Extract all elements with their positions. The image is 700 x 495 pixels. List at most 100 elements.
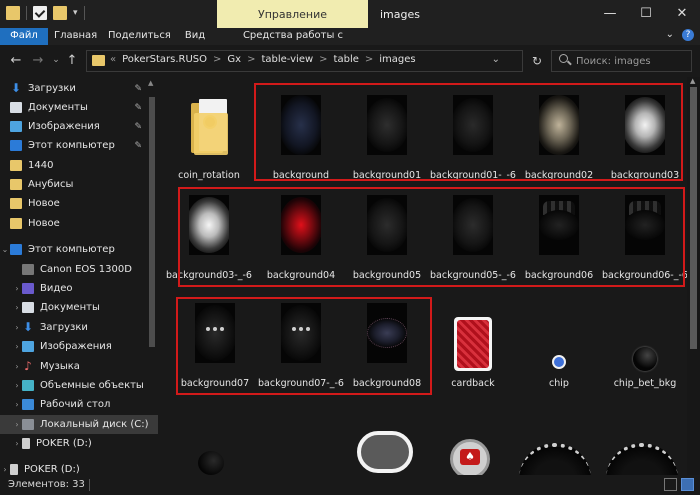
- breadcrumb-item[interactable]: Gx: [227, 54, 241, 65]
- sidebar-item-music[interactable]: › ♪ Музыка: [0, 357, 158, 376]
- sidebar-item-desktop[interactable]: › Рабочий стол: [0, 395, 158, 414]
- pin-icon: ✎: [134, 121, 142, 132]
- chevron-right-icon[interactable]: ›: [0, 465, 10, 474]
- scroll-up-icon[interactable]: ▲: [148, 79, 153, 87]
- breadcrumb-item[interactable]: PokerStars.RUSO: [122, 54, 207, 65]
- expand-ribbon-icon[interactable]: ⌄: [666, 29, 674, 41]
- tab-home[interactable]: Главная: [54, 28, 97, 45]
- image-thumbnail[interactable]: [357, 431, 413, 473]
- large-icons-view-button[interactable]: [681, 478, 694, 491]
- sidebar-item-documents[interactable]: Документы ✎: [0, 98, 158, 117]
- content-scrollbar[interactable]: ▲: [687, 77, 700, 475]
- sidebar-item-documents-pc[interactable]: › Документы: [0, 298, 158, 317]
- customize-toolbar-icon[interactable]: ▾: [73, 8, 78, 18]
- details-view-button[interactable]: [664, 478, 677, 491]
- tab-share[interactable]: Поделиться: [108, 28, 171, 45]
- highlight-box: [254, 83, 683, 181]
- new-folder-icon[interactable]: [53, 6, 67, 20]
- forward-arrow-icon[interactable]: →: [30, 53, 46, 68]
- scrollbar-thumb[interactable]: [149, 97, 155, 347]
- chevron-right-icon[interactable]: ›: [12, 284, 22, 293]
- search-box[interactable]: [551, 50, 692, 72]
- highlight-box: [178, 187, 685, 287]
- folder-icon: [92, 55, 105, 66]
- file-view: coin_rotation background background01 ba…: [160, 77, 687, 475]
- sidebar-item-local-disk-c[interactable]: › Локальный диск (C:): [0, 415, 158, 434]
- chevron-right-icon[interactable]: ›: [12, 342, 22, 351]
- file-item[interactable]: cardback: [430, 295, 516, 395]
- documents-icon: [22, 302, 34, 313]
- folder-icon: [191, 99, 229, 155]
- refresh-icon[interactable]: ↻: [527, 50, 547, 72]
- close-button[interactable]: ✕: [664, 0, 700, 28]
- breadcrumb-item[interactable]: images: [379, 54, 415, 65]
- image-thumbnail[interactable]: [519, 443, 591, 475]
- image-thumbnail[interactable]: ♠: [450, 439, 490, 475]
- minimize-button[interactable]: —: [592, 0, 628, 28]
- manage-context-tab[interactable]: Управление: [217, 0, 368, 28]
- scrollbar-thumb[interactable]: [690, 87, 697, 349]
- breadcrumb-item[interactable]: table: [334, 54, 359, 65]
- sidebar-item-images-pc[interactable]: › Изображения: [0, 337, 158, 356]
- chevron-right-icon[interactable]: ›: [12, 400, 22, 409]
- breadcrumb-separator[interactable]: >: [319, 54, 327, 65]
- sidebar-item-new-2[interactable]: Новое: [0, 214, 158, 233]
- sidebar-item-poker-d-root[interactable]: › POKER (D:): [0, 460, 158, 475]
- sidebar-item-images[interactable]: Изображения ✎: [0, 117, 158, 136]
- properties-icon[interactable]: [33, 6, 47, 20]
- search-input[interactable]: [576, 54, 688, 68]
- sidebar-item-canon[interactable]: Canon EOS 1300D: [0, 260, 158, 279]
- ribbon-tabs: Файл Главная Поделиться Вид Средства раб…: [0, 28, 700, 56]
- file-item[interactable]: chip_bet_bkg: [602, 295, 687, 395]
- tab-view[interactable]: Вид: [182, 28, 208, 45]
- chevron-right-icon[interactable]: ›: [12, 323, 22, 332]
- file-item[interactable]: coin_rotation: [166, 87, 252, 187]
- sidebar-item-this-pc[interactable]: Этот компьютер ✎: [0, 136, 158, 155]
- sidebar-item-3d-objects[interactable]: › Объемные объекты: [0, 376, 158, 395]
- breadcrumb: « PokerStars.RUSO > Gx > table-view > ta…: [110, 54, 416, 65]
- address-bar[interactable]: « PokerStars.RUSO > Gx > table-view > ta…: [86, 50, 523, 72]
- folder-icon: [10, 160, 22, 171]
- chevron-right-icon[interactable]: ›: [12, 420, 22, 429]
- recent-locations-icon[interactable]: ⌄: [48, 55, 64, 65]
- sidebar-item-downloads-pc[interactable]: › ⬇ Загрузки: [0, 318, 158, 337]
- chevron-right-icon[interactable]: ›: [12, 362, 22, 371]
- download-icon: ⬇: [22, 320, 34, 334]
- back-arrow-icon[interactable]: ←: [8, 53, 24, 68]
- breadcrumb-separator[interactable]: >: [247, 54, 255, 65]
- sidebar-item-anubisy[interactable]: Анубисы: [0, 175, 158, 194]
- chip-icon: [552, 355, 566, 369]
- address-dropdown-icon[interactable]: ⌄: [492, 54, 500, 65]
- sidebar-item-downloads[interactable]: ⬇ Загрузки ✎: [0, 79, 158, 98]
- chevron-right-icon[interactable]: ›: [12, 439, 22, 448]
- chevron-right-icon[interactable]: ›: [12, 303, 22, 312]
- pin-icon: ✎: [134, 83, 142, 94]
- tab-picture-tools[interactable]: Средства работы с рисунками: [222, 28, 364, 56]
- folder-icon[interactable]: [6, 6, 20, 20]
- chevron-right-icon[interactable]: ›: [12, 381, 22, 390]
- image-thumbnail[interactable]: [606, 443, 678, 475]
- sidebar-item-new[interactable]: Новое: [0, 194, 158, 213]
- help-icon[interactable]: ?: [682, 29, 694, 41]
- breadcrumb-separator[interactable]: >: [213, 54, 221, 65]
- 3d-objects-icon: [22, 380, 34, 391]
- scroll-up-icon[interactable]: ▲: [690, 77, 695, 85]
- maximize-button[interactable]: ☐: [628, 0, 664, 28]
- sidebar-item-1440[interactable]: 1440: [0, 156, 158, 175]
- pin-icon: ✎: [134, 102, 142, 113]
- breadcrumb-overflow[interactable]: «: [110, 54, 116, 65]
- sidebar-scrollbar[interactable]: ▲: [148, 79, 156, 461]
- up-arrow-icon[interactable]: ↑: [64, 53, 80, 68]
- file-item[interactable]: chip: [516, 295, 602, 395]
- breadcrumb-item[interactable]: table-view: [261, 54, 313, 65]
- folder-icon: [10, 198, 22, 209]
- sidebar-item-this-pc-root[interactable]: ⌄ Этот компьютер: [0, 240, 158, 259]
- usb-drive-icon: [10, 464, 18, 475]
- sidebar-item-poker-d[interactable]: › POKER (D:): [0, 434, 158, 453]
- video-icon: [22, 283, 34, 294]
- breadcrumb-separator[interactable]: >: [365, 54, 373, 65]
- image-thumbnail[interactable]: [198, 451, 224, 475]
- chevron-down-icon[interactable]: ⌄: [0, 245, 10, 254]
- sidebar-item-video[interactable]: › Видео: [0, 279, 158, 298]
- tab-file[interactable]: Файл: [0, 28, 48, 45]
